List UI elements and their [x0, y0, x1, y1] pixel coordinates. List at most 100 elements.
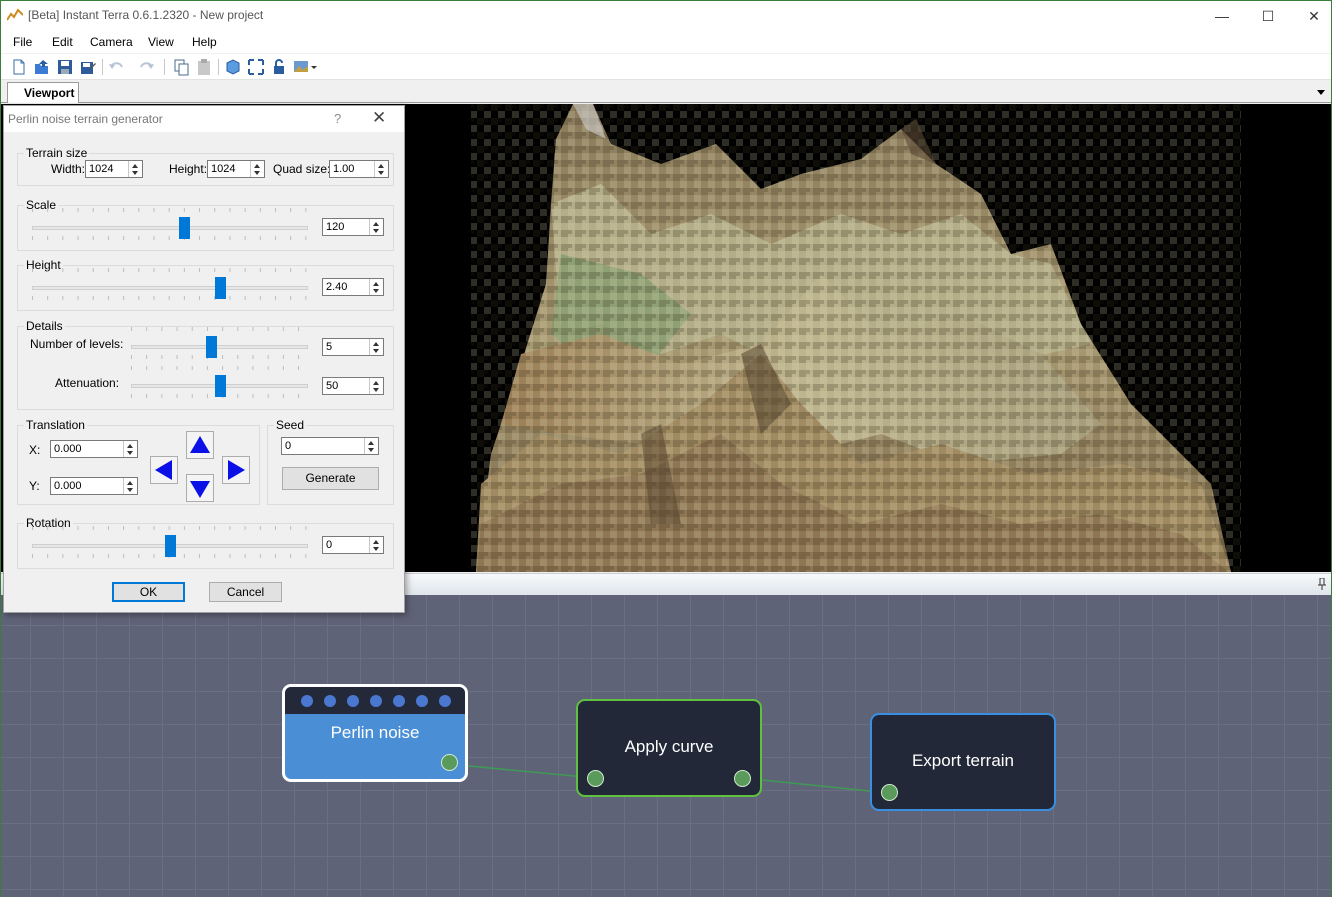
output-port[interactable]	[441, 754, 458, 771]
menu-edit[interactable]: Edit	[52, 35, 73, 49]
fit-view-icon[interactable]	[247, 58, 265, 76]
spinner-arrows[interactable]	[123, 441, 137, 457]
tab-strip: Viewport	[1, 81, 1331, 103]
height-group: Height 2.40	[17, 258, 394, 311]
levels-value: 5	[326, 341, 333, 353]
close-button[interactable]: ✕	[1291, 1, 1332, 31]
input-port[interactable]	[881, 784, 898, 801]
input-dot	[393, 695, 405, 707]
minimize-button[interactable]: —	[1199, 1, 1245, 31]
slider-ticks	[32, 268, 308, 272]
width-spinner[interactable]: 1024	[85, 160, 143, 178]
spinner-arrows[interactable]	[128, 161, 142, 177]
quad-size-spinner[interactable]: 1.00	[329, 160, 389, 178]
maximize-button[interactable]: ☐	[1245, 1, 1291, 31]
attenuation-spinner[interactable]: 50	[322, 377, 384, 395]
move-right-button[interactable]	[222, 456, 250, 484]
app-logo-icon	[7, 8, 23, 21]
save-icon[interactable]	[56, 58, 74, 76]
dialog-title-bar[interactable]: Perlin noise terrain generator ? ✕	[4, 106, 404, 132]
slider-track	[131, 345, 308, 349]
slider-track	[32, 286, 308, 290]
menu-help[interactable]: Help	[192, 35, 217, 49]
node-export-terrain[interactable]: Export terrain	[870, 713, 1056, 811]
scale-slider[interactable]	[32, 208, 308, 240]
menu-view[interactable]: View	[148, 35, 174, 49]
translation-y-spinner[interactable]: 0.000	[50, 477, 138, 495]
spinner-arrows[interactable]	[369, 339, 383, 355]
rotation-spinner[interactable]: 0	[322, 536, 384, 554]
redo-icon[interactable]	[138, 58, 156, 76]
height-spinner[interactable]: 1024	[207, 160, 265, 178]
slider-thumb[interactable]	[214, 375, 226, 397]
move-up-button[interactable]	[186, 431, 214, 459]
pin-icon[interactable]	[1317, 578, 1327, 590]
levels-slider[interactable]	[131, 327, 308, 359]
generate-button[interactable]: Generate	[282, 467, 379, 490]
slider-ticks	[32, 236, 308, 240]
node-perlin-noise[interactable]: Perlin noise	[282, 684, 468, 782]
menu-file[interactable]: File	[13, 35, 32, 49]
spinner-arrows[interactable]	[123, 478, 137, 494]
link-curve-to-export	[741, 777, 890, 794]
node-apply-curve[interactable]: Apply curve	[576, 699, 762, 797]
rotation-slider[interactable]	[32, 526, 308, 558]
rotation-group: Rotation 0	[17, 516, 394, 569]
arrow-left-icon	[155, 460, 172, 480]
ok-button[interactable]: OK	[112, 582, 185, 602]
slider-ticks	[131, 366, 308, 370]
height-slider[interactable]	[32, 268, 308, 300]
input-dot	[416, 695, 428, 707]
attenuation-slider[interactable]	[131, 366, 308, 398]
spinner-arrows[interactable]	[369, 219, 383, 235]
new-file-icon[interactable]	[10, 58, 28, 76]
app-window: [Beta] Instant Terra 0.6.1.2320 - New pr…	[0, 0, 1332, 897]
slider-thumb[interactable]	[205, 336, 217, 358]
spinner-arrows[interactable]	[374, 161, 388, 177]
height-value-spinner[interactable]: 2.40	[322, 278, 384, 296]
slider-thumb[interactable]	[214, 277, 226, 299]
node-graph[interactable]: Perlin noise Apply curve Export terrain	[1, 595, 1331, 897]
dialog-close-button[interactable]: ✕	[372, 108, 386, 128]
tab-viewport-label: Viewport	[24, 86, 75, 100]
title-bar: [Beta] Instant Terra 0.6.1.2320 - New pr…	[1, 1, 1331, 31]
translation-x-value: 0.000	[54, 443, 82, 455]
output-port[interactable]	[734, 770, 751, 787]
menu-camera[interactable]: Camera	[90, 35, 133, 49]
open-icon[interactable]	[33, 58, 51, 76]
undo-icon[interactable]	[107, 58, 125, 76]
translation-y-label: Y:	[29, 479, 40, 493]
spinner-arrows[interactable]	[250, 161, 264, 177]
levels-spinner[interactable]: 5	[322, 338, 384, 356]
move-down-button[interactable]	[186, 474, 214, 502]
slider-thumb[interactable]	[165, 535, 176, 557]
scale-spinner[interactable]: 120	[322, 218, 384, 236]
cancel-button[interactable]: Cancel	[209, 582, 282, 602]
tab-viewport[interactable]: Viewport	[7, 82, 79, 103]
save-as-icon[interactable]	[79, 58, 97, 76]
3d-view-icon[interactable]	[224, 58, 242, 76]
input-port[interactable]	[587, 770, 604, 787]
menu-bar: File Edit Camera View Help	[1, 31, 1331, 53]
lock-icon[interactable]	[270, 58, 288, 76]
spinner-arrows[interactable]	[369, 378, 383, 394]
input-dot	[347, 695, 359, 707]
input-dot	[301, 695, 313, 707]
texture-dropdown-icon[interactable]	[293, 58, 319, 76]
slider-ticks	[32, 208, 308, 212]
spinner-arrows[interactable]	[369, 537, 383, 553]
dialog-title: Perlin noise terrain generator	[8, 112, 163, 126]
spinner-arrows[interactable]	[369, 279, 383, 295]
slider-thumb[interactable]	[178, 217, 190, 239]
help-button[interactable]: ?	[334, 111, 341, 126]
input-dot	[370, 695, 382, 707]
copy-icon[interactable]	[172, 58, 190, 76]
seed-spinner[interactable]: 0	[281, 437, 379, 455]
move-left-button[interactable]	[150, 456, 178, 484]
toolbar	[1, 54, 1331, 80]
input-dot	[439, 695, 451, 707]
tab-list-dropdown-icon[interactable]	[1317, 90, 1325, 95]
paste-icon[interactable]	[195, 58, 213, 76]
translation-x-spinner[interactable]: 0.000	[50, 440, 138, 458]
spinner-arrows[interactable]	[364, 438, 378, 454]
